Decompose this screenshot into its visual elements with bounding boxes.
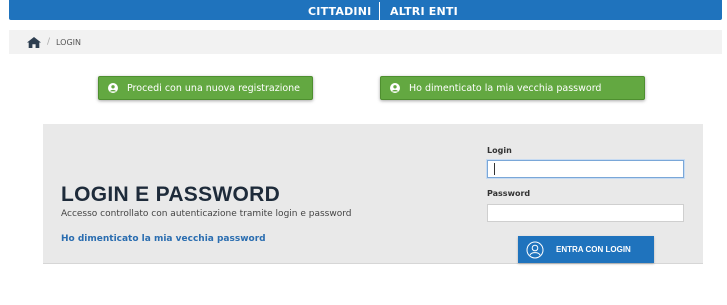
login-submit-label: ENTRA CON LOGIN — [556, 245, 631, 254]
breadcrumb-current: LOGIN — [56, 38, 82, 47]
new-registration-label: Procedi con una nuova registrazione — [127, 82, 301, 94]
forgot-password-label: Ho dimenticato la mia vecchia password — [409, 82, 602, 94]
nav-separator — [379, 2, 380, 20]
nav-cittadini[interactable]: CITTADINI — [308, 6, 371, 18]
breadcrumb: / LOGIN — [9, 30, 722, 54]
login-subtitle: Accesso controllato con autenticazione t… — [61, 209, 352, 219]
login-label: Login — [487, 146, 512, 155]
text-cursor — [494, 163, 495, 175]
password-label: Password — [487, 189, 531, 198]
user-circle-icon — [526, 241, 544, 258]
user-circle-icon — [390, 83, 400, 93]
nav-altri-enti[interactable]: ALTRI ENTI — [390, 6, 458, 18]
user-circle-icon — [108, 83, 118, 93]
forgot-password-button[interactable]: Ho dimenticato la mia vecchia password — [380, 76, 645, 100]
new-registration-button[interactable]: Procedi con una nuova registrazione — [98, 76, 313, 100]
top-navigation: CITTADINI ALTRI ENTI — [9, 0, 722, 20]
login-submit-button[interactable]: ENTRA CON LOGIN — [518, 236, 654, 263]
home-icon[interactable] — [27, 37, 41, 48]
forgot-password-link[interactable]: Ho dimenticato la mia vecchia password — [61, 234, 266, 244]
login-panel: LOGIN E PASSWORD Accesso controllato con… — [43, 124, 703, 264]
breadcrumb-separator: / — [47, 37, 51, 47]
login-title: LOGIN E PASSWORD — [61, 183, 281, 206]
password-input[interactable] — [487, 204, 684, 222]
login-input[interactable] — [487, 160, 684, 178]
